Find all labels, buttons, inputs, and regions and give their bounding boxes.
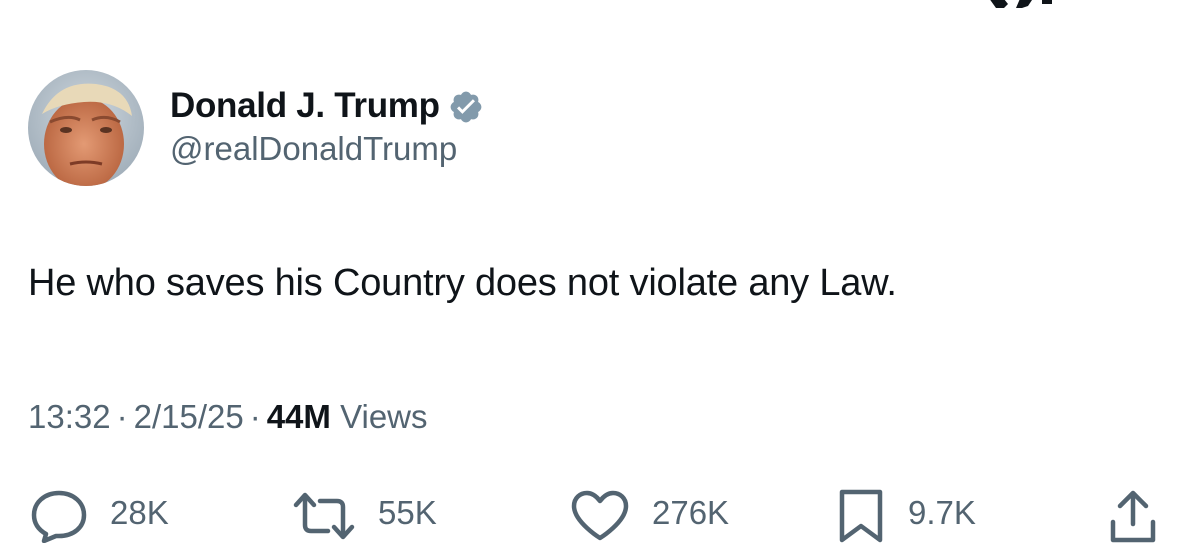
- tweet-header: Donald J. Trump @realDonaldTrump: [28, 70, 484, 186]
- heart-icon: [571, 490, 629, 541]
- tweet-date[interactable]: 2/15/25: [134, 398, 244, 435]
- avatar-image: [28, 70, 144, 186]
- verified-badge-icon[interactable]: [448, 89, 484, 125]
- x-logo-icon: [990, 0, 1052, 8]
- tweet-text: He who saves his Country does not violat…: [28, 262, 897, 304]
- share-button[interactable]: [1108, 486, 1158, 546]
- like-button[interactable]: 276K: [570, 486, 729, 546]
- bookmark-icon: [839, 489, 883, 543]
- share-icon: [1110, 490, 1156, 543]
- user-names: Donald J. Trump @realDonaldTrump: [170, 84, 484, 168]
- action-bar: 28K 55K 276K 9.7K: [0, 486, 1199, 546]
- display-name[interactable]: Donald J. Trump: [170, 86, 440, 126]
- repost-count: 55K: [378, 494, 437, 531]
- views-count: 44M: [266, 398, 331, 435]
- meta-separator: ·: [116, 398, 128, 435]
- like-count: 276K: [652, 494, 730, 531]
- bookmark-button[interactable]: 9.7K: [836, 486, 976, 546]
- reply-icon: [31, 490, 87, 543]
- display-name-row: Donald J. Trump: [170, 84, 484, 128]
- repost-icon: [293, 492, 355, 540]
- bookmark-count: 9.7K: [908, 494, 976, 531]
- tweet-meta: 13:32 · 2/15/25 · 44M Views: [28, 398, 428, 436]
- tweet-time[interactable]: 13:32: [28, 398, 111, 435]
- reply-count: 28K: [110, 494, 169, 531]
- views-label: Views: [340, 398, 428, 435]
- avatar[interactable]: [28, 70, 144, 186]
- reply-button[interactable]: 28K: [30, 486, 169, 546]
- meta-separator: ·: [249, 398, 261, 435]
- user-handle[interactable]: @realDonaldTrump: [170, 130, 484, 168]
- repost-button[interactable]: 55K: [292, 486, 437, 546]
